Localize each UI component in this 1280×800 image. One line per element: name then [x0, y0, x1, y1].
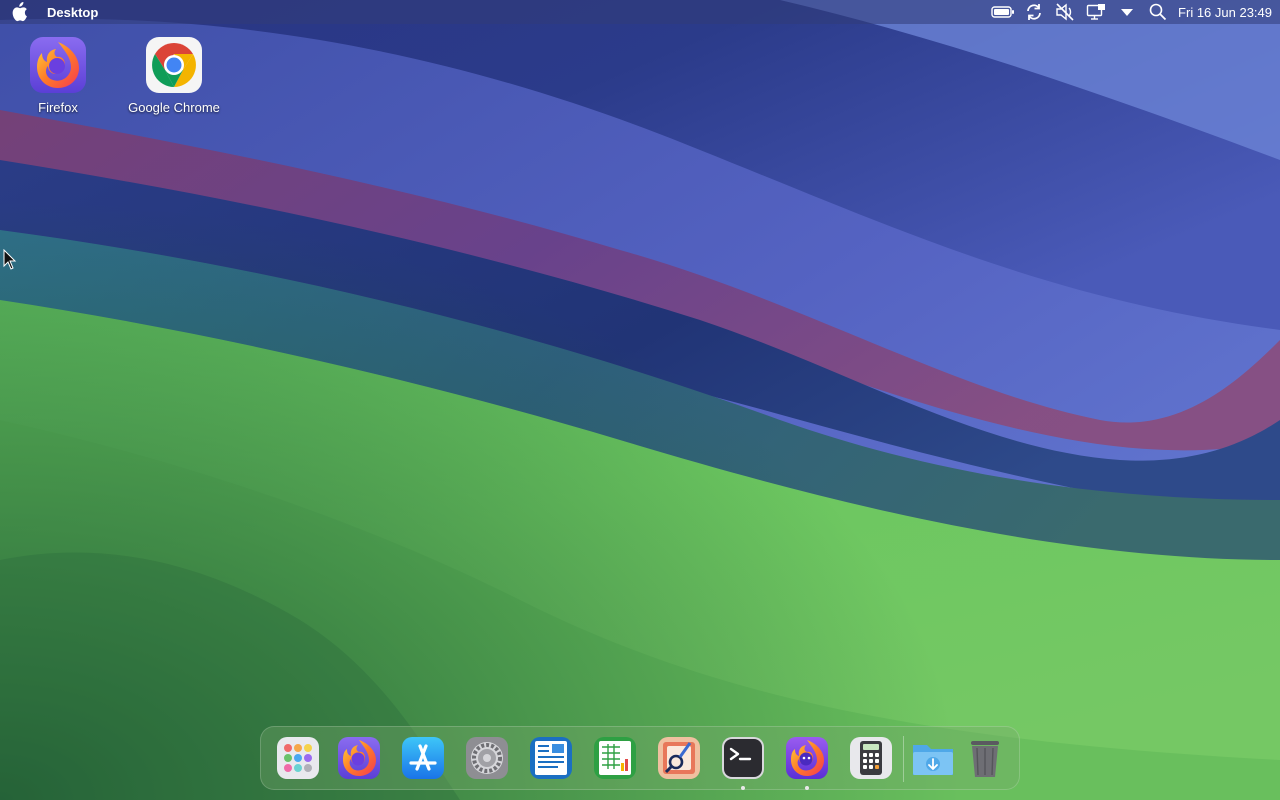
- dock: [260, 726, 1020, 790]
- wallpaper: [0, 0, 1280, 800]
- display-icon[interactable]: [1082, 0, 1110, 24]
- dock-separator: [903, 736, 904, 782]
- dropdown-arrow-icon[interactable]: [1113, 0, 1141, 24]
- desktop-icon-label: Google Chrome: [128, 100, 220, 115]
- downloads-folder-icon: [913, 745, 953, 775]
- search-icon[interactable]: [1144, 0, 1172, 24]
- running-indicator: [805, 786, 809, 790]
- firefox-icon: [338, 737, 380, 779]
- dock-item-trash[interactable]: [962, 735, 1008, 781]
- dock-item-app-store[interactable]: [400, 735, 446, 781]
- calculator-icon: [850, 737, 892, 779]
- desktop-icon-google-chrome[interactable]: Google Chrome: [116, 36, 232, 115]
- battery-icon[interactable]: [989, 0, 1017, 24]
- dock-item-firefox[interactable]: [336, 735, 382, 781]
- sync-icon[interactable]: [1020, 0, 1048, 24]
- desktop-icon-label: Firefox: [38, 100, 78, 115]
- firefox-dev-icon: [786, 737, 828, 779]
- desktop[interactable]: Desktop Fri 16 Jun 23:49 Firefox Google …: [0, 0, 1280, 800]
- launchpad-icon: [277, 737, 319, 779]
- dock-item-spreadsheet[interactable]: [592, 735, 638, 781]
- dock-item-document-writer[interactable]: [528, 735, 574, 781]
- app-store-icon: [402, 737, 444, 779]
- running-indicator: [741, 786, 745, 790]
- volume-muted-icon[interactable]: [1051, 0, 1079, 24]
- trash-icon: [971, 741, 999, 777]
- system-settings-icon: [466, 737, 508, 779]
- spreadsheet-icon: [594, 737, 636, 779]
- dock-item-launchpad[interactable]: [275, 735, 321, 781]
- dock-item-terminal[interactable]: [720, 735, 766, 790]
- google-chrome-icon: [146, 37, 202, 93]
- mouse-cursor-icon: [3, 249, 17, 270]
- image-viewer-icon: [658, 737, 700, 779]
- active-app-name[interactable]: Desktop: [47, 5, 98, 20]
- dock-item-calculator[interactable]: [848, 735, 894, 781]
- dock-item-system-settings[interactable]: [464, 735, 510, 781]
- apple-icon[interactable]: [7, 0, 31, 24]
- dock-item-downloads-folder[interactable]: [910, 735, 956, 781]
- clock[interactable]: Fri 16 Jun 23:49: [1178, 5, 1272, 20]
- dock-item-image-viewer[interactable]: [656, 735, 702, 781]
- desktop-icon-firefox[interactable]: Firefox: [0, 36, 116, 115]
- document-writer-icon: [530, 737, 572, 779]
- dock-item-firefox-developer[interactable]: [784, 735, 830, 790]
- menu-bar: Desktop Fri 16 Jun 23:49: [0, 0, 1280, 24]
- terminal-icon: [722, 737, 764, 779]
- firefox-icon: [30, 37, 86, 93]
